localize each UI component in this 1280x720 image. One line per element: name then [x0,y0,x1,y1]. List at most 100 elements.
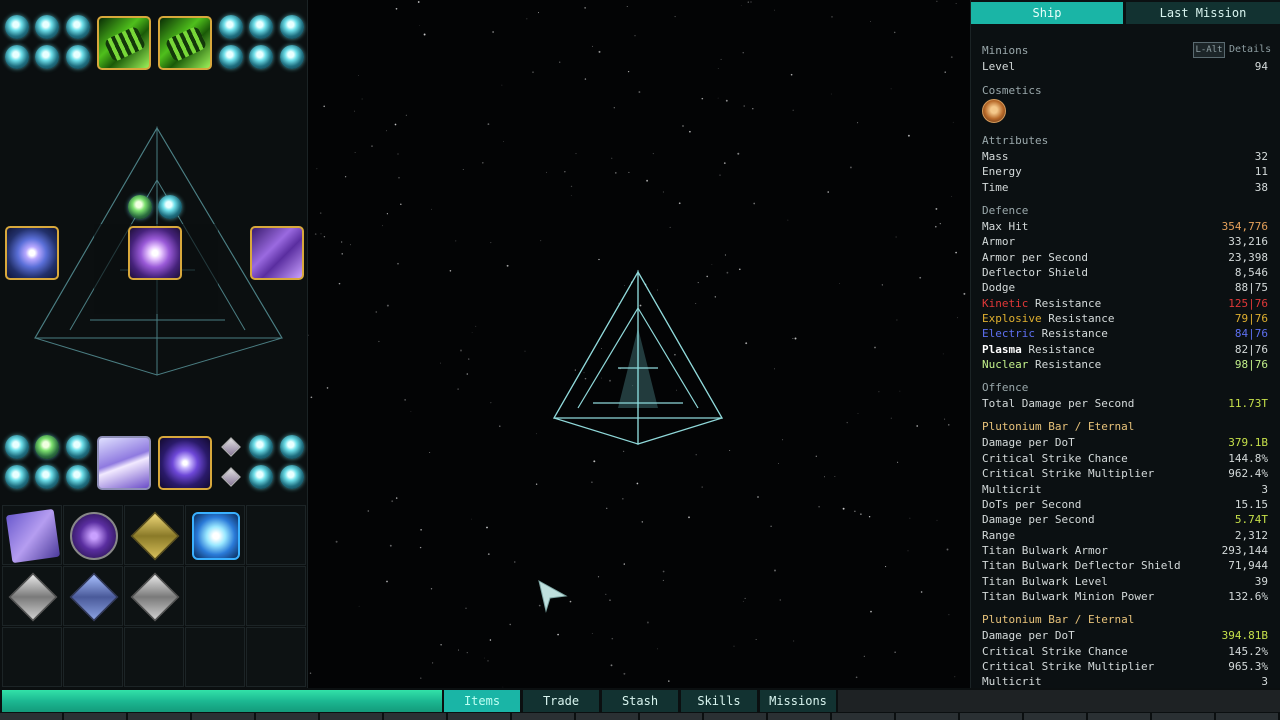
star [475,325,477,327]
energy-orb-icon[interactable] [5,465,29,489]
energy-orb-icon[interactable] [66,15,90,39]
star [389,544,392,547]
energy-orb-icon[interactable] [280,45,304,69]
star [382,225,383,227]
energy-orb-icon[interactable] [35,465,59,489]
energy-orb-icon[interactable] [66,465,90,489]
portal-module-icon[interactable] [158,436,212,490]
inventory-slot[interactable] [2,627,62,687]
star [634,35,636,37]
star [778,463,779,464]
energy-orb-icon[interactable] [128,195,152,219]
star [487,660,489,662]
inventory-slot[interactable] [124,505,184,565]
star [536,433,537,435]
star [514,561,516,563]
star [490,402,492,404]
star [628,171,630,173]
purple-ore-icon[interactable] [250,226,304,280]
star [420,677,422,679]
portal-module-icon[interactable] [5,226,59,280]
player-ship[interactable] [548,268,728,448]
blue-plate-icon [69,572,119,622]
inventory-slot[interactable] [124,566,184,626]
diamond-icon[interactable] [221,467,241,487]
inventory-slot[interactable] [246,627,306,687]
energy-orb-icon[interactable] [249,45,273,69]
energy-orb-icon[interactable] [280,15,304,39]
stat-value: 79|76 [1234,312,1268,325]
resistance-row: Explosive Resistance 79|76 [982,311,1268,326]
tab-ship[interactable]: Ship [971,2,1123,24]
inventory-slot[interactable] [63,627,123,687]
space-viewport[interactable] [308,0,970,688]
stat-label: Energy [982,165,1022,178]
weapon-stat-row: Damage per DoT 379.1B [982,435,1268,450]
tab-stash[interactable]: Stash [602,690,678,712]
star [955,3,957,4]
inventory-slot[interactable] [246,566,306,626]
energy-orb-icon[interactable] [280,465,304,489]
energy-orb-icon[interactable] [66,45,90,69]
energy-orb-icon[interactable] [5,45,29,69]
inventory-slot[interactable] [185,566,245,626]
star [559,61,561,63]
details-toggle[interactable]: Details [1229,44,1271,55]
star [419,25,421,27]
energy-bar [2,690,442,712]
inventory-slot[interactable] [63,505,123,565]
inventory-slot[interactable] [63,566,123,626]
tab-last-mission[interactable]: Last Mission [1126,2,1280,24]
crystal-stack-icon[interactable] [97,436,151,490]
star [611,157,613,159]
weapon-heading: Plutonium Bar / Eternal [982,613,1135,626]
inventory-slot[interactable] [2,505,62,565]
diamond-icon[interactable] [221,437,241,457]
energy-orb-icon[interactable] [219,15,243,39]
energy-orb-icon[interactable] [5,435,29,459]
energy-orb-icon[interactable] [280,435,304,459]
stat-value: 379.1B [1228,436,1268,449]
tab-items[interactable]: Items [444,690,520,712]
star [831,16,833,18]
tab-skills[interactable]: Skills [681,690,757,712]
stat-label: Resistance [1028,343,1095,356]
inventory-slot[interactable] [185,627,245,687]
portal-module-icon[interactable] [128,226,182,280]
energy-orb-icon[interactable] [5,15,29,39]
gatling-gun-icon[interactable] [158,16,212,70]
stat-value: 962.4% [1228,467,1268,480]
star [948,424,950,426]
star [782,439,784,441]
star [641,521,644,523]
energy-orb-icon[interactable] [35,435,59,459]
resistance-type: Electric [982,327,1035,340]
energy-orb-icon[interactable] [249,15,273,39]
attributes-heading: Attributes [982,134,1049,147]
gatling-gun-icon[interactable] [97,16,151,70]
tab-missions[interactable]: Missions [760,690,836,712]
stat-label: Titan Bulwark Armor [982,544,1108,557]
inventory-slot[interactable] [2,566,62,626]
star [745,342,748,345]
energy-orb-icon[interactable] [219,45,243,69]
cosmetic-badge-icon[interactable] [982,99,1006,123]
energy-orb-icon[interactable] [249,435,273,459]
star [849,166,852,169]
energy-orb-icon[interactable] [249,465,273,489]
inventory-slot[interactable] [246,505,306,565]
energy-orb-icon[interactable] [158,195,182,219]
star [662,570,665,573]
inventory-slot[interactable] [185,505,245,565]
inventory-slot[interactable] [124,627,184,687]
energy-orb-icon[interactable] [35,45,59,69]
star [942,353,944,355]
star [682,125,684,127]
star [747,1,749,3]
tab-trade[interactable]: Trade [523,690,599,712]
star [860,513,862,515]
stat-value: 98|76 [1234,358,1268,371]
energy-orb-icon[interactable] [35,15,59,39]
energy-orb-icon[interactable] [66,435,90,459]
star [354,152,356,154]
